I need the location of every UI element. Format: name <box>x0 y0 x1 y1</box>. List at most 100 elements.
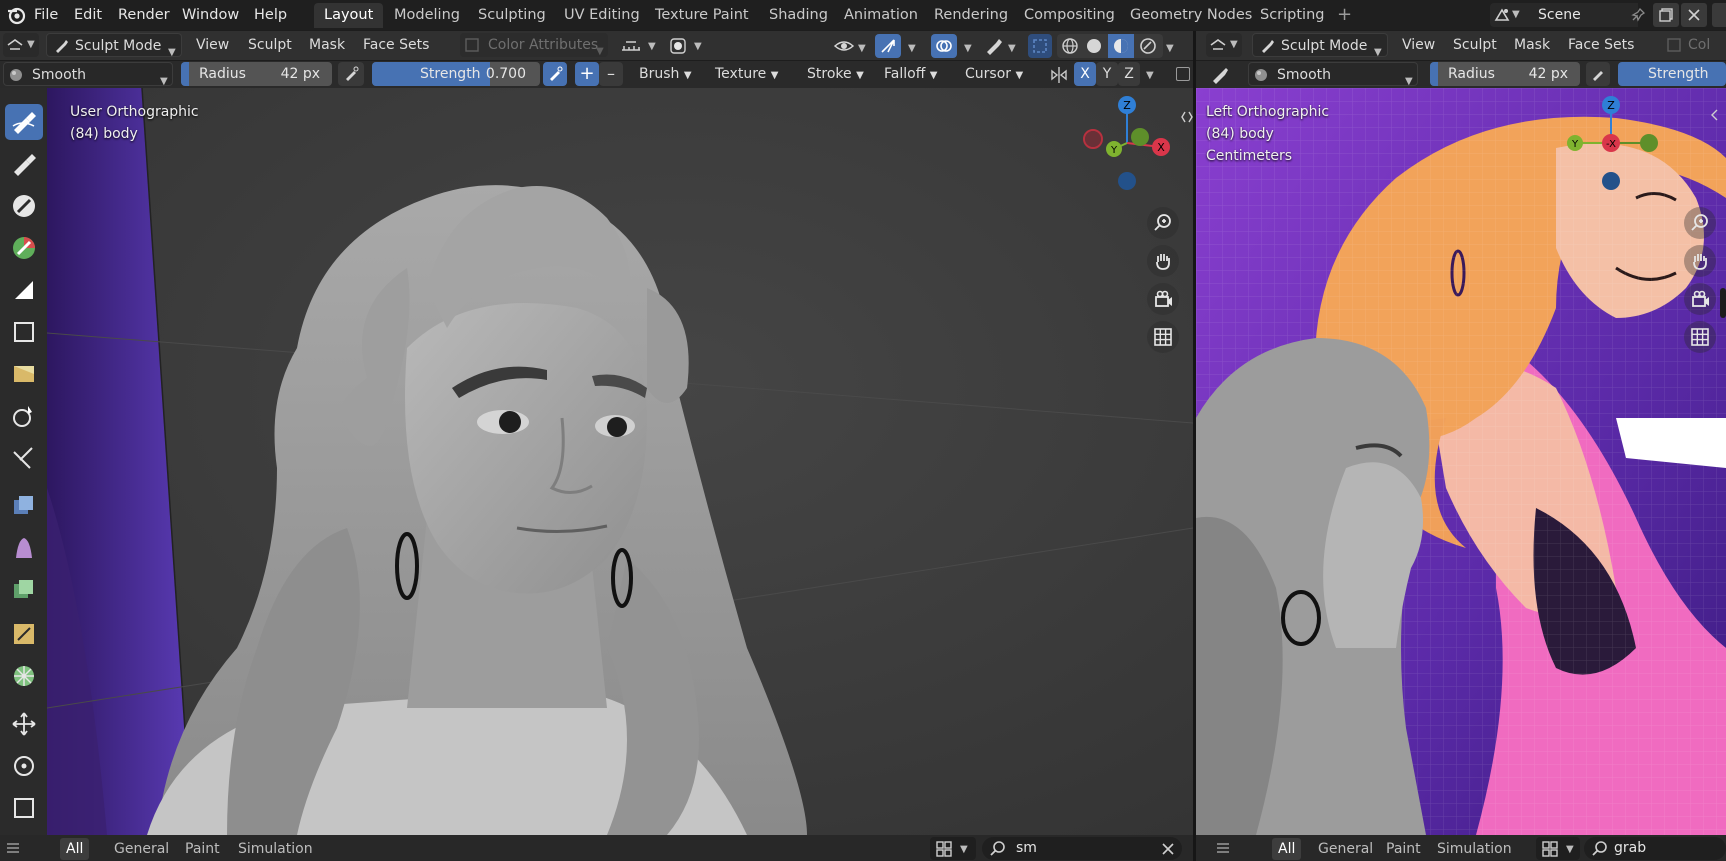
menu-file[interactable]: File <box>34 4 58 26</box>
workspace-tab-geometry-nodes[interactable]: Geometry Nodes <box>1120 3 1262 28</box>
tool-clay-brush[interactable] <box>5 188 43 224</box>
pan-button[interactable] <box>1147 245 1179 277</box>
cursor-panel-dropdown[interactable]: Cursor ▼ <box>965 62 1023 86</box>
tool-mesh-filter[interactable] <box>5 488 43 524</box>
tool-scale[interactable] <box>5 790 43 826</box>
right-axis-gizmo[interactable]: Z Y -X <box>1551 93 1671 193</box>
camera-view-button[interactable] <box>1147 283 1179 315</box>
collapse-arrow-icon[interactable] <box>1181 110 1193 124</box>
xray-toggle-button[interactable] <box>1028 34 1052 58</box>
symmetry-z-toggle[interactable]: Z <box>1118 62 1140 86</box>
symmetry-y-toggle[interactable]: Y <box>1096 62 1118 86</box>
blender-logo-icon[interactable] <box>6 5 26 25</box>
workspace-tab-rendering[interactable]: Rendering <box>924 3 1018 28</box>
editor-type-button[interactable]: ▼ <box>3 33 39 57</box>
material-preview-button[interactable] <box>1108 34 1134 58</box>
direction-subtract-button[interactable]: – <box>599 62 623 86</box>
menu-help[interactable]: Help <box>254 4 287 26</box>
scrollbar-handle[interactable] <box>1720 288 1726 318</box>
workspace-tab-shading[interactable]: Shading <box>759 3 838 28</box>
workspace-tab-sculpting[interactable]: Sculpting <box>468 3 556 28</box>
sidebar-toggle-arrow-icon[interactable] <box>1708 108 1720 122</box>
workspace-tab-animation[interactable]: Animation <box>834 3 928 28</box>
wireframe-shading-icon[interactable] <box>1061 37 1079 55</box>
brush-icon[interactable] <box>1210 66 1230 84</box>
tool-line-project[interactable] <box>5 440 43 476</box>
delete-scene-button[interactable] <box>1681 3 1707 27</box>
tool-draw-brush[interactable] <box>5 146 43 182</box>
right-shelf-tab-simulation[interactable]: Simulation <box>1431 838 1518 860</box>
brush-panel-dropdown[interactable]: Brush ▼ <box>639 62 692 86</box>
chevron-down-icon[interactable]: ▼ <box>858 43 866 54</box>
shelf-tab-paint[interactable]: Paint <box>179 838 226 860</box>
visibility-eye-icon[interactable] <box>833 37 855 55</box>
view-layer-button[interactable] <box>1712 3 1726 27</box>
chevron-down-icon[interactable]: ▼ <box>908 43 916 54</box>
brush-selector[interactable]: Smooth ▼ <box>3 62 173 87</box>
right-strength-slider[interactable]: Strength <box>1618 62 1726 86</box>
menu-view[interactable]: View <box>196 33 229 57</box>
right-editor-type-button[interactable]: ▼ <box>1206 33 1242 57</box>
tool-rotate[interactable] <box>5 748 43 784</box>
chevron-down-icon[interactable]: ▼ <box>1008 43 1016 54</box>
right-radius-pressure-button[interactable] <box>1586 62 1610 86</box>
workspace-tab-layout[interactable]: Layout <box>314 3 384 28</box>
right-shelf-search-input[interactable]: grab <box>1584 837 1726 860</box>
menu-mask[interactable]: Mask <box>309 33 345 57</box>
right-shelf-tab-all[interactable]: All <box>1272 838 1302 860</box>
new-scene-button[interactable] <box>1653 3 1679 27</box>
solid-shading-icon[interactable] <box>1085 37 1103 55</box>
menu-edit[interactable]: Edit <box>74 4 102 26</box>
axis-gizmo[interactable]: Z Y X <box>1077 93 1177 193</box>
rendered-shading-icon[interactable] <box>1139 37 1157 55</box>
right-brush-selector[interactable]: Smooth ▼ <box>1248 62 1418 87</box>
right-radius-field[interactable]: Radius 42 px <box>1430 62 1580 86</box>
right-zoom-button[interactable] <box>1684 207 1716 239</box>
tool-color-filter[interactable] <box>5 572 43 608</box>
radius-field[interactable]: Radius 42 px <box>181 62 332 86</box>
perspective-toggle-button[interactable] <box>1147 321 1179 353</box>
tool-move[interactable] <box>5 706 43 742</box>
right-shelf-tab-paint[interactable]: Paint <box>1380 838 1427 860</box>
radius-pressure-button[interactable] <box>338 62 364 86</box>
right-display-options-dropdown[interactable]: ▼ <box>1536 837 1580 860</box>
tool-mask-by-color[interactable] <box>5 658 43 694</box>
right-menu-mask[interactable]: Mask <box>1514 33 1550 57</box>
chevron-down-icon[interactable]: ▼ <box>1146 70 1154 81</box>
stroke-panel-dropdown[interactable]: Stroke ▼ <box>807 62 864 86</box>
hamburger-menu-icon[interactable] <box>6 841 20 855</box>
menu-face-sets[interactable]: Face Sets <box>363 33 429 57</box>
snapping-dropdown[interactable]: ▼ <box>618 35 662 57</box>
workspace-tab-uv-editing[interactable]: UV Editing <box>554 3 650 28</box>
main-3d-viewport[interactable]: User Orthographic (84) body Z Y X <box>47 88 1193 835</box>
display-options-dropdown[interactable]: ▼ <box>930 837 976 860</box>
right-perspective-toggle-button[interactable] <box>1684 321 1716 353</box>
lock-checkbox[interactable] <box>1176 67 1190 81</box>
symmetry-x-toggle[interactable]: X <box>1074 62 1096 86</box>
workspace-tab-scripting[interactable]: Scripting <box>1250 3 1334 28</box>
pin-icon[interactable] <box>1630 7 1646 23</box>
tool-cloth-filter[interactable] <box>5 530 43 566</box>
workspace-tab-modeling[interactable]: Modeling <box>384 3 470 28</box>
zoom-button[interactable] <box>1147 207 1179 239</box>
direction-add-button[interactable]: + <box>575 62 599 86</box>
shelf-tab-simulation[interactable]: Simulation <box>232 838 319 860</box>
scene-name-field[interactable]: Scene <box>1524 3 1638 27</box>
tool-mask[interactable] <box>5 272 43 308</box>
shading-options-dropdown[interactable]: ▼ <box>668 35 708 57</box>
texture-panel-dropdown[interactable]: Texture ▼ <box>715 62 778 86</box>
workspace-tab-compositing[interactable]: Compositing <box>1014 3 1125 28</box>
menu-render[interactable]: Render <box>118 4 170 26</box>
mode-selector[interactable]: Sculpt Mode ▼ <box>46 33 182 58</box>
right-menu-sculpt[interactable]: Sculpt <box>1453 33 1497 57</box>
right-color-attributes-dropdown[interactable]: Col <box>1666 33 1726 57</box>
add-workspace-button[interactable]: + <box>1337 4 1352 26</box>
scene-type-button[interactable]: ▼ <box>1490 3 1524 27</box>
menu-sculpt[interactable]: Sculpt <box>248 33 292 57</box>
gizmo-toggle-button[interactable] <box>875 34 901 58</box>
hamburger-menu-icon[interactable] <box>1216 841 1230 855</box>
right-mode-selector[interactable]: Sculpt Mode ▼ <box>1252 33 1388 58</box>
right-menu-face-sets[interactable]: Face Sets <box>1568 33 1634 57</box>
tool-smooth-brush[interactable] <box>5 104 43 140</box>
tool-box-trim[interactable] <box>5 398 43 434</box>
